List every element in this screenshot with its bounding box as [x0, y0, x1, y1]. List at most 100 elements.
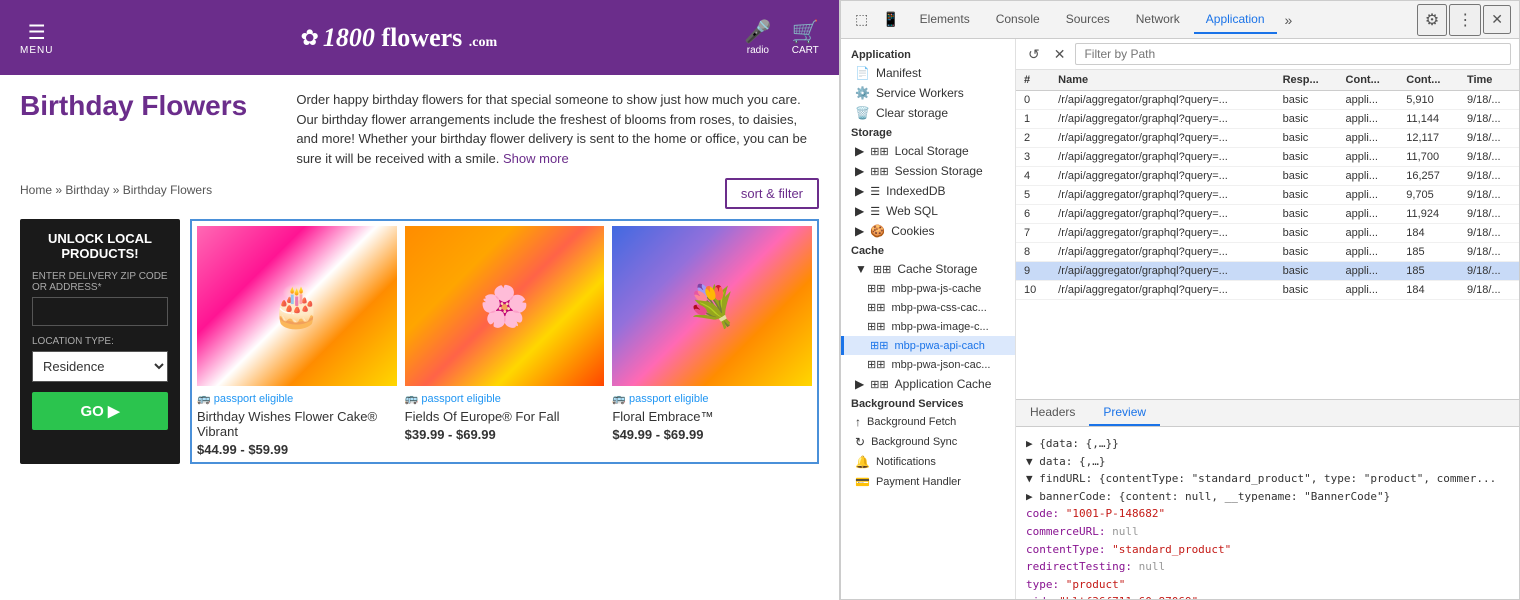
tab-elements[interactable]: Elements — [908, 6, 982, 34]
sidebar-pwa-js-cache[interactable]: ⊞⊞ mbp-pwa-js-cache — [841, 279, 1015, 298]
sidebar-manifest[interactable]: 📄 Manifest — [841, 63, 1015, 83]
cell-name: /r/api/aggregator/graphql?query=... — [1050, 110, 1274, 129]
product-name-1: Fields Of Europe® For Fall — [405, 409, 605, 424]
filter-input[interactable] — [1075, 43, 1511, 65]
table-row[interactable]: 4 /r/api/aggregator/graphql?query=... ba… — [1016, 167, 1519, 186]
sidebar-service-workers[interactable]: ⚙️ Service Workers — [841, 83, 1015, 103]
sidebar-application-cache[interactable]: ▶ ⊞⊞ Application Cache — [841, 374, 1015, 394]
table-row[interactable]: 2 /r/api/aggregator/graphql?query=... ba… — [1016, 129, 1519, 148]
cell-cont1: appli... — [1338, 281, 1399, 300]
cell-name: /r/api/aggregator/graphql?query=... — [1050, 262, 1274, 281]
show-more-link[interactable]: Show more — [503, 151, 569, 166]
table-row[interactable]: 5 /r/api/aggregator/graphql?query=... ba… — [1016, 186, 1519, 205]
sidebar-session-storage[interactable]: ▶ ⊞⊞ Session Storage — [841, 161, 1015, 181]
tab-application[interactable]: Application — [1194, 6, 1277, 34]
table-row[interactable]: 8 /r/api/aggregator/graphql?query=... ba… — [1016, 243, 1519, 262]
cell-num: 0 — [1016, 91, 1050, 110]
cell-cont2: 12,117 — [1398, 129, 1459, 148]
sidebar-pwa-css-cache[interactable]: ⊞⊞ mbp-pwa-css-cac... — [841, 298, 1015, 317]
cell-cont1: appli... — [1338, 243, 1399, 262]
product-card-2[interactable]: 💐 🚌 passport eligible Floral Embrace™ $4… — [612, 226, 812, 457]
sidebar-local-storage[interactable]: ▶ ⊞⊞ Local Storage — [841, 141, 1015, 161]
cell-cont1: appli... — [1338, 110, 1399, 129]
clear-button[interactable]: ✕ — [1050, 44, 1070, 65]
sidebar-indexeddb[interactable]: ▶ ☰ IndexedDB — [841, 181, 1015, 201]
preview-line: commerceURL: null — [1026, 523, 1509, 541]
cookies-expand-icon: ▶ — [855, 224, 864, 238]
product-image-0: 🎂 — [197, 226, 397, 386]
table-row[interactable]: 3 /r/api/aggregator/graphql?query=... ba… — [1016, 148, 1519, 167]
cell-resp: basic — [1275, 129, 1338, 148]
sidebar-pwa-api-cache[interactable]: ⊞⊞ mbp-pwa-api-cach — [841, 336, 1015, 355]
table-row[interactable]: 1 /r/api/aggregator/graphql?query=... ba… — [1016, 110, 1519, 129]
menu-icon: ☰ — [28, 20, 46, 45]
table-row[interactable]: 7 /r/api/aggregator/graphql?query=... ba… — [1016, 224, 1519, 243]
tab-headers[interactable]: Headers — [1016, 400, 1089, 426]
cell-cont1: appli... — [1338, 148, 1399, 167]
sidebar-cache-storage[interactable]: ▼ ⊞⊞ Cache Storage — [841, 259, 1015, 279]
cell-resp: basic — [1275, 243, 1338, 262]
more-options-button[interactable]: ⋮ — [1449, 4, 1481, 36]
cart-button[interactable]: 🛒 CART — [792, 19, 819, 56]
cache-storage-icon: ⊞⊞ — [873, 263, 891, 276]
radio-button[interactable]: 🎤 radio — [744, 19, 771, 56]
passport-icon-0: 🚌 — [197, 392, 211, 405]
preview-line: code: "1001-P-148682" — [1026, 505, 1509, 523]
tab-sources[interactable]: Sources — [1054, 6, 1122, 34]
product-card-0[interactable]: 🎂 🚌 passport eligible Birthday Wishes Fl… — [197, 226, 397, 457]
cell-num: 9 — [1016, 262, 1050, 281]
cell-cont1: appli... — [1338, 205, 1399, 224]
sort-filter-button[interactable]: sort & filter — [725, 178, 819, 209]
cell-num: 4 — [1016, 167, 1050, 186]
table-row[interactable]: 10 /r/api/aggregator/graphql?query=... b… — [1016, 281, 1519, 300]
sidebar-bg-fetch[interactable]: ↑ Background Fetch — [841, 412, 1015, 432]
cell-cont1: appli... — [1338, 167, 1399, 186]
sidebar-notifications[interactable]: 🔔 Notifications — [841, 452, 1015, 472]
location-select[interactable]: Residence Business — [32, 351, 168, 382]
close-devtools-button[interactable]: ✕ — [1483, 5, 1511, 34]
logo-flowers: flowers — [381, 23, 462, 52]
sidebar-cookies[interactable]: ▶ 🍪 Cookies — [841, 221, 1015, 241]
products-row: UNLOCK LOCAL PRODUCTS! ENTER DELIVERY ZI… — [20, 219, 819, 464]
cell-cont2: 185 — [1398, 243, 1459, 262]
sidebar-payment-handler[interactable]: 💳 Payment Handler — [841, 472, 1015, 492]
breadcrumb: Home » Birthday » Birthday Flowers — [20, 183, 212, 197]
sidebar-clear-storage[interactable]: 🗑️ Clear storage — [841, 103, 1015, 123]
site-header: ☰ MENU ✿ 1800 flowers .com 🎤 radio 🛒 CAR… — [0, 0, 839, 75]
header-right: 🎤 radio 🛒 CART — [744, 19, 819, 56]
cell-time: 9/18/... — [1459, 224, 1519, 243]
zip-input[interactable] — [32, 297, 168, 326]
sidebar-pwa-image-cache[interactable]: ⊞⊞ mbp-pwa-image-c... — [841, 317, 1015, 336]
sidebar-pwa-json-cache[interactable]: ⊞⊞ mbp-pwa-json-cac... — [841, 355, 1015, 374]
inspect-element-button[interactable]: ⬚ — [849, 7, 874, 32]
passport-badge-1: 🚌 passport eligible — [405, 392, 605, 405]
cell-resp: basic — [1275, 167, 1338, 186]
device-toolbar-button[interactable]: 📱 — [876, 7, 905, 32]
cell-cont2: 11,144 — [1398, 110, 1459, 129]
session-storage-expand-icon: ▶ — [855, 164, 864, 178]
cell-name: /r/api/aggregator/graphql?query=... — [1050, 148, 1274, 167]
more-tabs-button[interactable]: » — [1279, 8, 1299, 32]
pwa-js-cache-icon: ⊞⊞ — [867, 282, 885, 295]
cell-time: 9/18/... — [1459, 186, 1519, 205]
go-button[interactable]: GO ▶ — [32, 392, 168, 430]
settings-button[interactable]: ⚙ — [1417, 4, 1447, 36]
menu-button[interactable]: ☰ MENU — [20, 20, 53, 56]
preview-pane: Headers Preview ▶ {data: {,…}} ▼ data: {… — [1016, 399, 1519, 599]
sidebar-bg-sync[interactable]: ↻ Background Sync — [841, 432, 1015, 452]
table-row[interactable]: 9 /r/api/aggregator/graphql?query=... ba… — [1016, 262, 1519, 281]
cell-resp: basic — [1275, 224, 1338, 243]
tab-network[interactable]: Network — [1124, 6, 1192, 34]
table-row[interactable]: 0 /r/api/aggregator/graphql?query=... ba… — [1016, 91, 1519, 110]
preview-line: ▶ {data: {,…}} — [1026, 435, 1509, 453]
sidebar-websql[interactable]: ▶ ☰ Web SQL — [841, 201, 1015, 221]
cell-cont2: 5,910 — [1398, 91, 1459, 110]
refresh-button[interactable]: ↺ — [1024, 44, 1044, 65]
cell-resp: basic — [1275, 186, 1338, 205]
product-card-1[interactable]: 🌸 🚌 passport eligible Fields Of Europe® … — [405, 226, 605, 457]
passport-icon-2: 🚌 — [612, 392, 626, 405]
cell-name: /r/api/aggregator/graphql?query=... — [1050, 129, 1274, 148]
tab-console[interactable]: Console — [984, 6, 1052, 34]
table-row[interactable]: 6 /r/api/aggregator/graphql?query=... ba… — [1016, 205, 1519, 224]
tab-preview[interactable]: Preview — [1089, 400, 1160, 426]
